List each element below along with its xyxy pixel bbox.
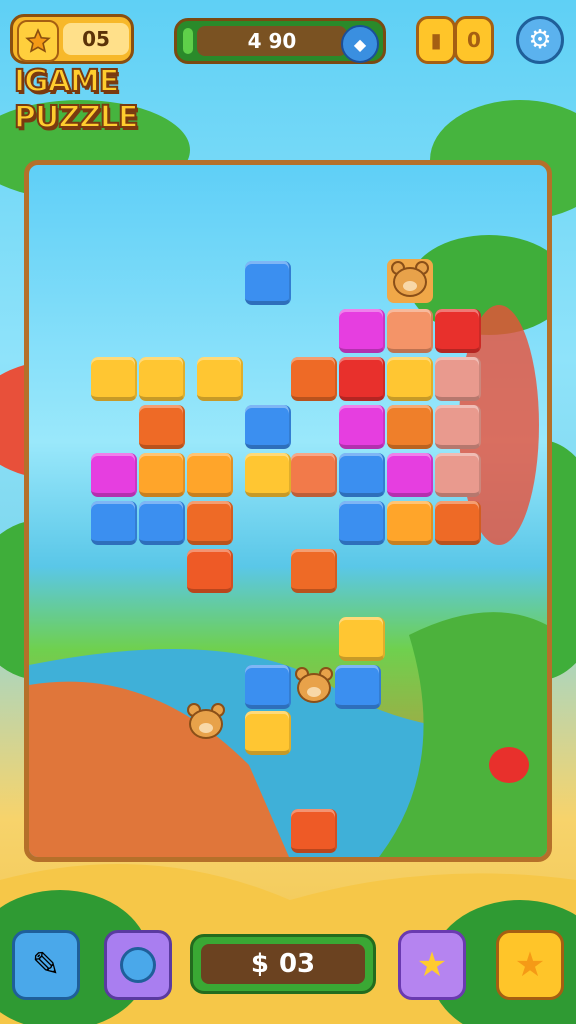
puzzle-tile[interactable] bbox=[387, 501, 433, 545]
logo-line-2: PUZZLE bbox=[13, 99, 139, 136]
puzzle-tile[interactable] bbox=[339, 309, 385, 353]
puzzle-tile[interactable] bbox=[139, 357, 185, 401]
coin-counter[interactable]: ▮ 0 bbox=[416, 16, 498, 66]
puzzle-tile[interactable] bbox=[197, 357, 243, 401]
star-icon: ★ bbox=[416, 945, 448, 985]
score-value: 4 90 bbox=[197, 26, 347, 56]
bear-character bbox=[387, 259, 433, 303]
puzzle-tile[interactable] bbox=[435, 405, 481, 449]
star-button-gold[interactable]: ★ bbox=[496, 930, 564, 1000]
puzzle-tile[interactable] bbox=[339, 501, 385, 545]
coin-counter-value: 0 bbox=[454, 16, 494, 64]
puzzle-tile[interactable] bbox=[335, 665, 381, 709]
puzzle-tile[interactable] bbox=[435, 357, 481, 401]
bubble-icon bbox=[120, 947, 156, 983]
game-logo: IGAME PUZZLE bbox=[13, 63, 174, 148]
puzzle-tile[interactable] bbox=[339, 405, 385, 449]
puzzle-tile[interactable] bbox=[187, 453, 233, 497]
logo-line-1: IGAME bbox=[13, 63, 120, 100]
puzzle-tile[interactable] bbox=[187, 549, 233, 593]
score-progress bbox=[183, 28, 193, 54]
puzzle-tile[interactable] bbox=[291, 809, 337, 853]
puzzle-tile[interactable] bbox=[245, 405, 291, 449]
puzzle-tile[interactable] bbox=[387, 309, 433, 353]
puzzle-tile[interactable] bbox=[387, 453, 433, 497]
puzzle-tile[interactable] bbox=[291, 357, 337, 401]
puzzle-board[interactable] bbox=[24, 160, 552, 862]
gem-icon[interactable]: ◆ bbox=[341, 25, 379, 63]
puzzle-tile[interactable] bbox=[435, 453, 481, 497]
coin-icon: ▮ bbox=[416, 16, 456, 64]
star-button-purple[interactable]: ★ bbox=[398, 930, 466, 1000]
money-value: 03 bbox=[278, 949, 316, 979]
bear-character bbox=[291, 665, 337, 709]
money-counter: $ 03 bbox=[190, 934, 376, 994]
puzzle-tile[interactable] bbox=[245, 665, 291, 709]
score-bar: 4 90 ◆ bbox=[174, 18, 386, 64]
puzzle-tile[interactable] bbox=[291, 453, 337, 497]
puzzle-tile[interactable] bbox=[187, 501, 233, 545]
puzzle-tile[interactable] bbox=[245, 261, 291, 305]
star-icon: ★ bbox=[514, 945, 546, 985]
stars-value: 05 bbox=[63, 23, 129, 55]
puzzle-tile[interactable] bbox=[91, 501, 137, 545]
game-background: 05 4 90 ◆ ▮ 0 ⚙ IGAME PUZZLE ✎ $ 03 ★ ★ bbox=[0, 0, 576, 1024]
puzzle-tile[interactable] bbox=[139, 453, 185, 497]
money-symbol: $ bbox=[250, 949, 269, 979]
puzzle-tile[interactable] bbox=[435, 501, 481, 545]
puzzle-tile[interactable] bbox=[245, 711, 291, 755]
bubble-button[interactable] bbox=[104, 930, 172, 1000]
star-icon bbox=[17, 20, 59, 62]
puzzle-tile[interactable] bbox=[139, 501, 185, 545]
puzzle-tile[interactable] bbox=[245, 453, 291, 497]
puzzle-tile[interactable] bbox=[91, 357, 137, 401]
puzzle-tile[interactable] bbox=[339, 453, 385, 497]
puzzle-tile[interactable] bbox=[339, 617, 385, 661]
stars-counter[interactable]: 05 bbox=[10, 14, 134, 64]
puzzle-tile[interactable] bbox=[91, 453, 137, 497]
puzzle-tile[interactable] bbox=[139, 405, 185, 449]
gear-icon[interactable]: ⚙ bbox=[516, 16, 564, 64]
puzzle-tile[interactable] bbox=[339, 357, 385, 401]
pencil-icon: ✎ bbox=[31, 945, 61, 985]
pencil-button[interactable]: ✎ bbox=[12, 930, 80, 1000]
puzzle-tile[interactable] bbox=[387, 357, 433, 401]
puzzle-tile[interactable] bbox=[291, 549, 337, 593]
puzzle-tile[interactable] bbox=[435, 309, 481, 353]
bear-character bbox=[183, 701, 229, 745]
puzzle-tile[interactable] bbox=[387, 405, 433, 449]
